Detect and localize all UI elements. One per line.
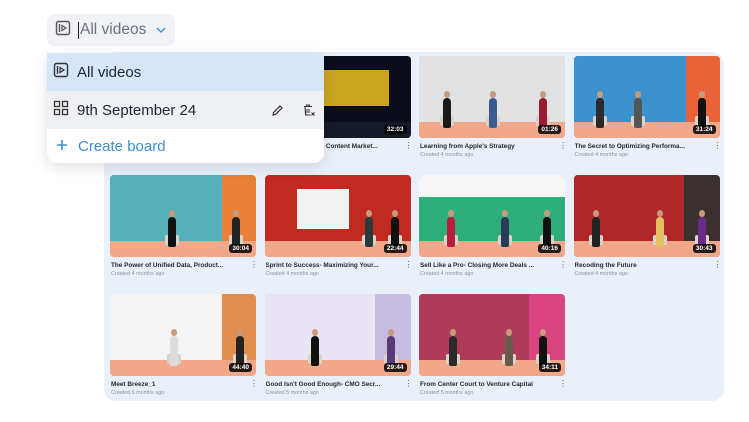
board-dropdown-menu: All videos 9th September 24 Create board bbox=[47, 53, 324, 163]
more-options-icon[interactable]: ⋮ bbox=[250, 261, 258, 269]
more-options-icon[interactable]: ⋮ bbox=[714, 142, 722, 150]
video-thumbnail[interactable]: 40:16 bbox=[419, 175, 565, 257]
more-options-icon[interactable]: ⋮ bbox=[559, 261, 567, 269]
video-created-date: Created 4 months ago bbox=[574, 152, 628, 158]
more-options-icon[interactable]: ⋮ bbox=[405, 380, 413, 388]
video-thumbnail[interactable]: 31:24 bbox=[573, 56, 720, 138]
video-created-date: Created 5 months ago bbox=[420, 390, 474, 396]
delete-board-icon[interactable] bbox=[300, 101, 318, 119]
video-thumbnail[interactable]: 29:44 bbox=[264, 294, 411, 376]
video-title[interactable]: The Power of Unified Data, Product... bbox=[111, 262, 250, 269]
chevron-down-icon[interactable] bbox=[155, 20, 167, 40]
video-title[interactable]: The Secret to Optimizing Performa... bbox=[575, 143, 714, 150]
video-created-date: Created 5 months ago bbox=[111, 390, 165, 396]
grid-board-icon bbox=[53, 100, 69, 120]
video-title[interactable]: From Center Court to Venture Capital bbox=[420, 381, 559, 388]
more-options-icon[interactable]: ⋮ bbox=[559, 142, 567, 150]
video-thumbnail[interactable]: 30:04 bbox=[110, 175, 256, 257]
video-duration-badge: 31:24 bbox=[692, 125, 716, 134]
video-title[interactable]: Recoding the Future bbox=[575, 262, 714, 269]
video-duration-badge: 30:43 bbox=[692, 244, 716, 253]
video-board-icon bbox=[53, 62, 69, 82]
video-created-date: Created 4 months ago bbox=[265, 271, 319, 277]
more-options-icon[interactable]: ⋮ bbox=[559, 380, 567, 388]
video-duration-badge: 32:03 bbox=[383, 125, 407, 134]
video-title[interactable]: Good Isn't Good Enough- CMO Secr... bbox=[266, 381, 405, 388]
video-created-date: Created 4 months ago bbox=[111, 271, 165, 277]
video-thumbnail[interactable]: 44:40 bbox=[110, 294, 256, 376]
video-created-date: Created 4 months ago bbox=[420, 152, 474, 158]
video-title[interactable]: Meet Breeze_1 bbox=[111, 381, 250, 388]
video-duration-badge: 40:16 bbox=[538, 244, 561, 253]
video-duration-badge: 22:44 bbox=[383, 244, 407, 253]
video-card[interactable]: 31:24 The Secret to Optimizing Performa..… bbox=[573, 56, 722, 164]
more-options-icon[interactable]: ⋮ bbox=[714, 261, 722, 269]
edit-pencil-icon[interactable] bbox=[268, 101, 286, 119]
video-card[interactable]: 34:11 From Center Court to Venture Capita… bbox=[419, 294, 567, 402]
more-options-icon[interactable]: ⋮ bbox=[405, 261, 413, 269]
video-card[interactable]: 30:04 The Power of Unified Data, Product.… bbox=[110, 175, 258, 283]
video-title[interactable]: Sell Like a Pro- Closing More Deals ... bbox=[420, 262, 559, 269]
video-card[interactable]: 29:44 Good Isn't Good Enough- CMO Secr...… bbox=[264, 294, 413, 402]
video-card[interactable]: 40:16 Sell Like a Pro- Closing More Deals… bbox=[419, 175, 567, 283]
video-created-date: Created 4 months ago bbox=[574, 271, 628, 277]
create-board-button[interactable]: Create board bbox=[47, 129, 324, 163]
video-card[interactable]: 30:43 Recoding the Future Created 4 months… bbox=[573, 175, 722, 283]
video-title[interactable]: Learning from Apple's Strategy bbox=[420, 143, 559, 150]
video-duration-badge: 44:40 bbox=[229, 363, 252, 372]
more-options-icon[interactable]: ⋮ bbox=[405, 142, 413, 150]
board-select[interactable]: All videos bbox=[47, 14, 175, 46]
video-created-date: Created 5 months ago bbox=[265, 390, 319, 396]
board-select-value: All videos bbox=[77, 21, 147, 39]
create-board-label: Create board bbox=[78, 137, 166, 155]
menu-item-label: 9th September 24 bbox=[77, 101, 197, 119]
video-card[interactable]: 01:26 Learning from Apple's Strategy Creat… bbox=[419, 56, 567, 164]
video-duration-badge: 01:26 bbox=[538, 125, 561, 134]
video-duration-badge: 30:04 bbox=[229, 244, 252, 253]
video-thumbnail[interactable]: 30:43 bbox=[573, 175, 720, 257]
video-thumbnail[interactable]: 22:44 bbox=[264, 175, 411, 257]
video-thumbnail[interactable]: 34:11 bbox=[419, 294, 565, 376]
menu-item-board[interactable]: 9th September 24 bbox=[47, 91, 324, 129]
more-options-icon[interactable]: ⋮ bbox=[250, 380, 258, 388]
video-duration-badge: 34:11 bbox=[538, 363, 561, 372]
plus-icon bbox=[56, 138, 68, 155]
video-duration-badge: 29:44 bbox=[383, 363, 407, 372]
video-card[interactable]: 44:40 Meet Breeze_1 Created 5 months ago ⋮ bbox=[110, 294, 258, 402]
menu-item-all-videos[interactable]: All videos bbox=[47, 53, 324, 91]
video-created-date: Created 4 months ago bbox=[420, 271, 474, 277]
video-card[interactable]: 22:44 Sprint to Success- Maximizing Your.… bbox=[264, 175, 413, 283]
video-thumbnail[interactable]: 01:26 bbox=[419, 56, 565, 138]
video-board-icon bbox=[55, 20, 71, 41]
video-title[interactable]: Sprint to Success- Maximizing Your... bbox=[266, 262, 405, 269]
menu-item-label: All videos bbox=[77, 63, 142, 81]
